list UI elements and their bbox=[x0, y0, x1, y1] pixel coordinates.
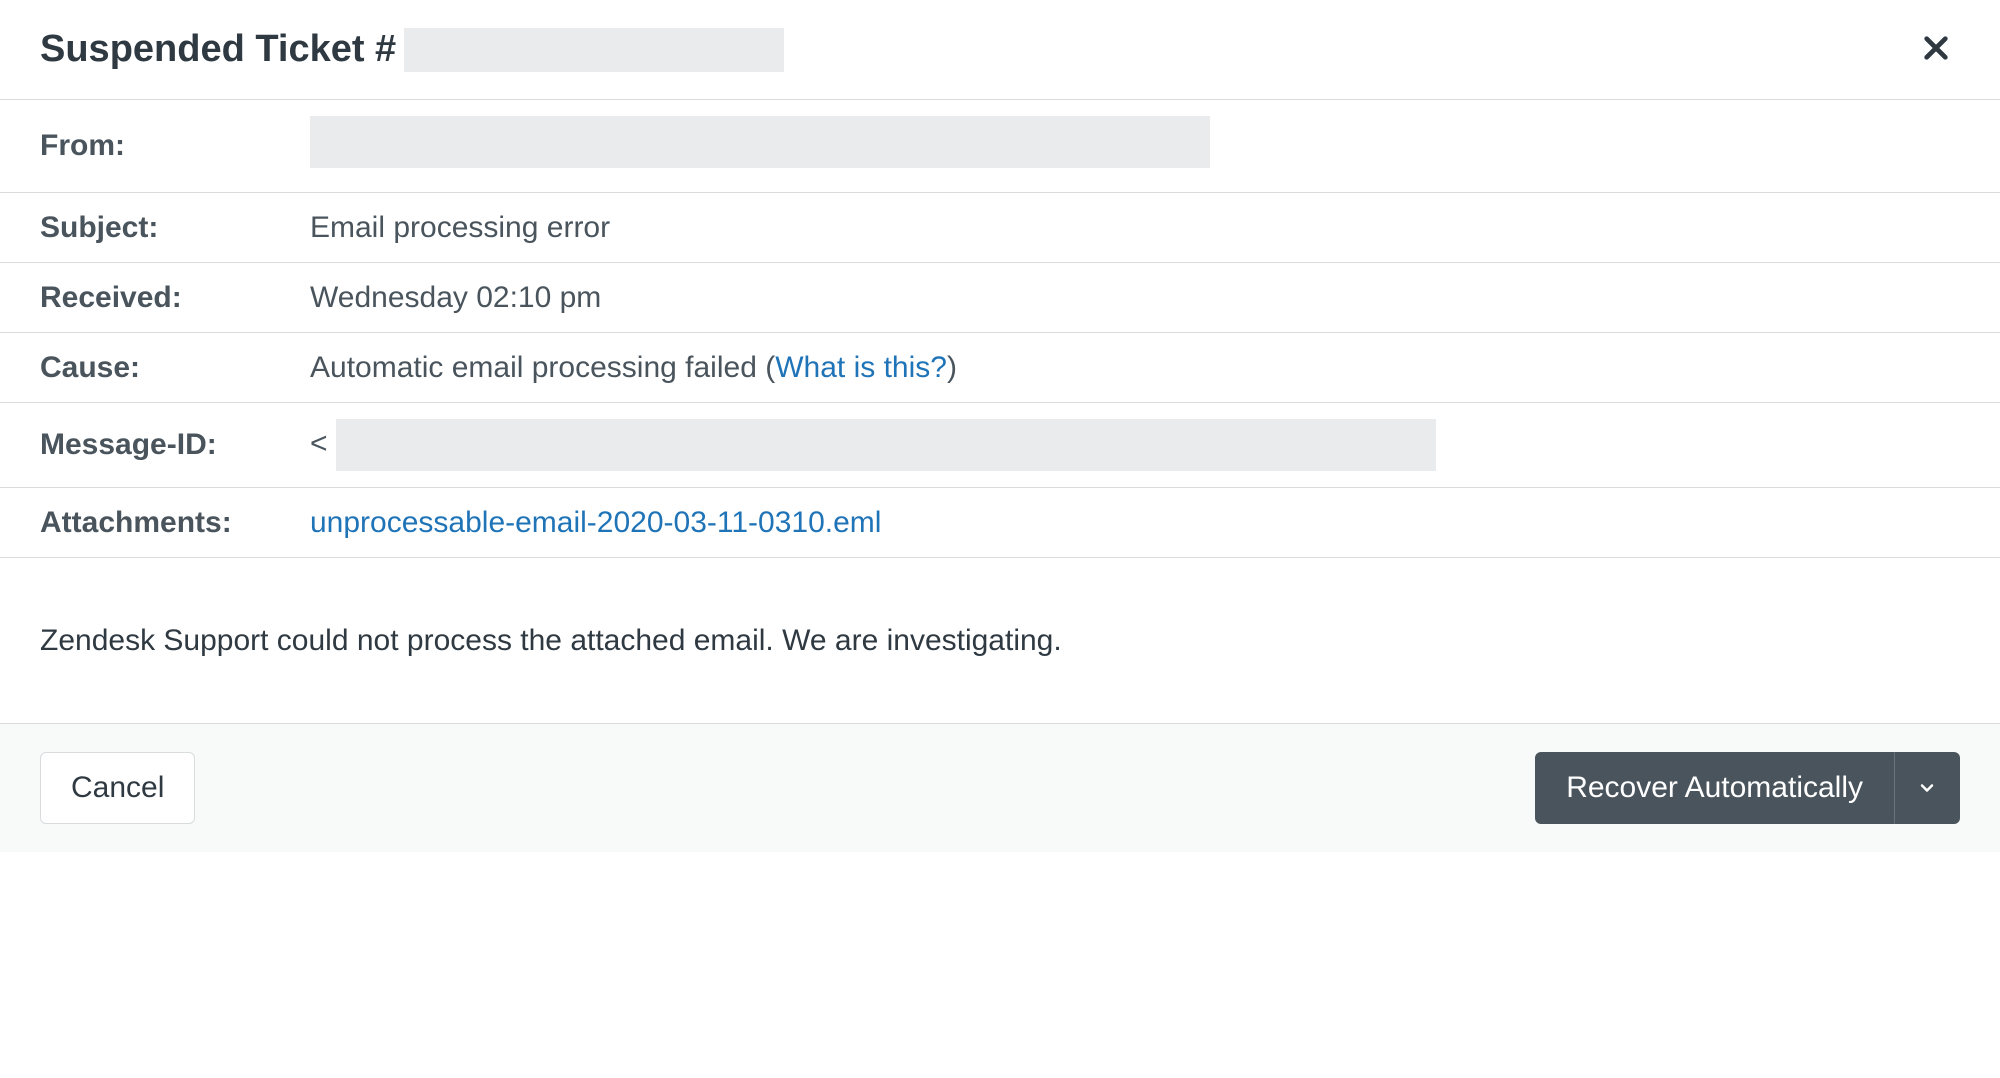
close-button[interactable] bbox=[1912, 24, 1960, 75]
chevron-down-icon bbox=[1917, 778, 1937, 798]
message-id-label: Message-ID: bbox=[40, 428, 310, 462]
cause-text: Automatic email processing failed bbox=[310, 351, 757, 384]
attachment-link[interactable]: unprocessable-email-2020-03-11-0310.eml bbox=[310, 506, 881, 539]
title-prefix: Suspended Ticket # bbox=[40, 28, 396, 71]
row-attachments: Attachments: unprocessable-email-2020-03… bbox=[0, 488, 2000, 558]
attachments-value: unprocessable-email-2020-03-11-0310.eml bbox=[310, 506, 1960, 540]
received-value: Wednesday 02:10 pm bbox=[310, 281, 1960, 315]
subject-label: Subject: bbox=[40, 211, 310, 245]
from-label: From: bbox=[40, 129, 310, 163]
row-received: Received: Wednesday 02:10 pm bbox=[0, 263, 2000, 333]
ticket-number-redacted bbox=[404, 28, 784, 72]
close-icon bbox=[1920, 32, 1952, 64]
cause-value: Automatic email processing failed (What … bbox=[310, 351, 1960, 385]
modal-header: Suspended Ticket # bbox=[0, 0, 2000, 100]
row-from: From: bbox=[0, 100, 2000, 193]
cause-help-link[interactable]: What is this? bbox=[775, 351, 947, 384]
row-subject: Subject: Email processing error bbox=[0, 193, 2000, 263]
attachments-label: Attachments: bbox=[40, 506, 310, 540]
modal-footer: Cancel Recover Automatically bbox=[0, 723, 2000, 852]
from-redacted bbox=[310, 116, 1210, 168]
recover-dropdown-button[interactable] bbox=[1894, 752, 1960, 824]
from-value bbox=[310, 116, 1960, 176]
message-body: Zendesk Support could not process the at… bbox=[0, 558, 2000, 723]
recover-automatically-button[interactable]: Recover Automatically bbox=[1535, 752, 1894, 824]
message-id-value: < bbox=[310, 419, 1960, 471]
message-id-prefix: < bbox=[310, 427, 328, 460]
row-cause: Cause: Automatic email processing failed… bbox=[0, 333, 2000, 403]
suspended-ticket-modal: Suspended Ticket # From: Subject: Email … bbox=[0, 0, 2000, 852]
recover-button-group: Recover Automatically bbox=[1535, 752, 1960, 824]
subject-value: Email processing error bbox=[310, 211, 1960, 245]
cause-label: Cause: bbox=[40, 351, 310, 385]
message-id-redacted bbox=[336, 419, 1436, 471]
row-message-id: Message-ID: < bbox=[0, 403, 2000, 488]
modal-title: Suspended Ticket # bbox=[40, 28, 784, 72]
cancel-button[interactable]: Cancel bbox=[40, 752, 195, 824]
received-label: Received: bbox=[40, 281, 310, 315]
